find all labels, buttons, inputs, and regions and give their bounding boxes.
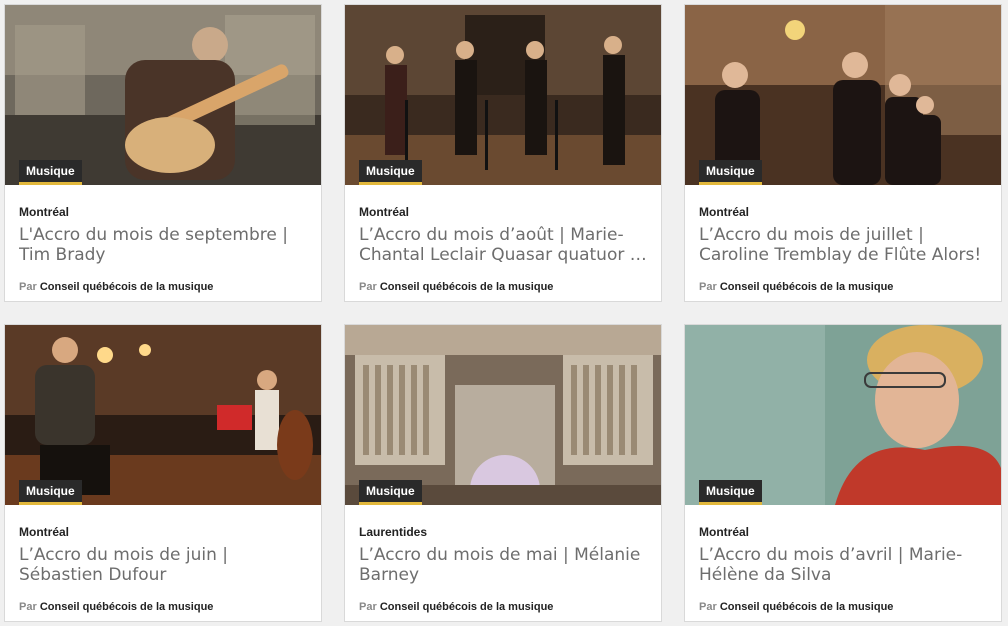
thumbnail-image-woman-portrait <box>685 325 1001 505</box>
video-card[interactable]: Musique Montréal L'Accro du mois de sept… <box>4 4 322 302</box>
category-badge[interactable]: Musique <box>19 480 82 505</box>
byline: Par Conseil québécois de la musique <box>19 281 213 293</box>
region-label: Montréal <box>359 205 410 219</box>
byline: Par Conseil québécois de la musique <box>359 601 553 613</box>
video-card[interactable]: Musique Montréal L’Accro du mois de juin… <box>4 324 322 622</box>
byline: Par Conseil québécois de la musique <box>359 281 553 293</box>
author-link[interactable]: Conseil québécois de la musique <box>720 601 894 613</box>
category-badge[interactable]: Musique <box>699 160 762 185</box>
video-title[interactable]: L’Accro du mois d’août | Marie-Chantal L… <box>359 225 649 265</box>
video-title[interactable]: L’Accro du mois de juin | Sébastien Dufo… <box>19 545 309 585</box>
author-link[interactable]: Conseil québécois de la musique <box>40 601 214 613</box>
byline: Par Conseil québécois de la musique <box>699 281 893 293</box>
author-link[interactable]: Conseil québécois de la musique <box>40 281 214 293</box>
byline-prefix: Par <box>699 281 717 293</box>
byline: Par Conseil québécois de la musique <box>19 601 213 613</box>
category-badge[interactable]: Musique <box>359 480 422 505</box>
thumbnail-image-flute-ensemble <box>685 5 1001 185</box>
region-label: Montréal <box>19 205 70 219</box>
region-label: Laurentides <box>359 525 428 539</box>
category-badge[interactable]: Musique <box>699 480 762 505</box>
byline-prefix: Par <box>359 601 377 613</box>
video-title[interactable]: L'Accro du mois de septembre | Tim Brady <box>19 225 309 265</box>
thumbnail-image-saxophone-quartet <box>345 5 661 185</box>
thumbnail-image-pipe-organ <box>345 325 661 505</box>
video-card[interactable]: Musique Laurentides L’Accro du mois de m… <box>344 324 662 622</box>
byline-prefix: Par <box>19 601 37 613</box>
video-thumbnail[interactable]: Musique <box>5 5 321 185</box>
thumbnail-image-guitarist <box>5 5 321 185</box>
category-badge[interactable]: Musique <box>19 160 82 185</box>
author-link[interactable]: Conseil québécois de la musique <box>380 281 554 293</box>
video-title[interactable]: L’Accro du mois de juillet | Caroline Tr… <box>699 225 989 265</box>
byline: Par Conseil québécois de la musique <box>699 601 893 613</box>
video-thumbnail[interactable]: Musique <box>345 5 661 185</box>
category-badge[interactable]: Musique <box>359 160 422 185</box>
region-label: Montréal <box>699 525 750 539</box>
byline-prefix: Par <box>19 281 37 293</box>
thumbnail-image-duo-stage <box>5 325 321 505</box>
byline-prefix: Par <box>359 281 377 293</box>
author-link[interactable]: Conseil québécois de la musique <box>380 601 554 613</box>
byline-prefix: Par <box>699 601 717 613</box>
region-label: Montréal <box>19 525 70 539</box>
video-thumbnail[interactable]: Musique <box>685 5 1001 185</box>
video-thumbnail[interactable]: Musique <box>345 325 661 505</box>
region-label: Montréal <box>699 205 750 219</box>
video-grid: Musique Montréal L'Accro du mois de sept… <box>0 0 1008 626</box>
video-card[interactable]: Musique Montréal L’Accro du mois de juil… <box>684 4 1002 302</box>
video-thumbnail[interactable]: Musique <box>5 325 321 505</box>
video-card[interactable]: Musique Montréal L’Accro du mois d’août … <box>344 4 662 302</box>
video-title[interactable]: L’Accro du mois de mai | Mélanie Barney <box>359 545 649 585</box>
video-card[interactable]: Musique Montréal L’Accro du mois d’avril… <box>684 324 1002 622</box>
video-thumbnail[interactable]: Musique <box>685 325 1001 505</box>
video-title[interactable]: L’Accro du mois d’avril | Marie-Hélène d… <box>699 545 989 585</box>
author-link[interactable]: Conseil québécois de la musique <box>720 281 894 293</box>
